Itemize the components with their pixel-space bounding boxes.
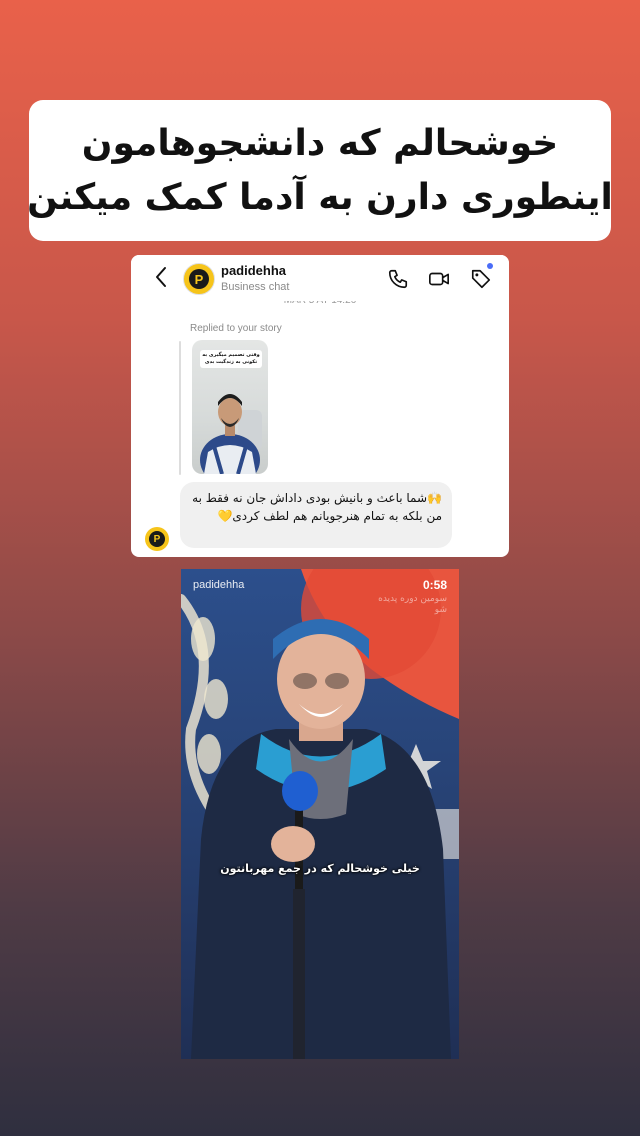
tag-icon[interactable] xyxy=(470,268,492,290)
account-subtitle: Business chat xyxy=(221,281,290,293)
video-clip[interactable]: padidehha 0:58 سومین دوره پدیده شو خیلی … xyxy=(181,569,459,1059)
video-timer: 0:58 xyxy=(422,578,447,592)
sender-avatar-letter: P xyxy=(149,531,165,547)
video-subtitle: خیلی خوشحالم که در جمع مهربانتون xyxy=(220,862,420,875)
dm-screenshot: MAR 5 AT 14:26 P padidehha Business chat… xyxy=(131,255,509,557)
headline-line-1: خوشحالم که دانشجوهامون xyxy=(81,122,559,164)
video-username: padidehha xyxy=(193,579,245,591)
account-name[interactable]: padidehha xyxy=(221,263,286,278)
headline-card: خوشحالم که دانشجوهامون اینطوری دارن به آ… xyxy=(27,100,613,241)
reply-indicator-bar xyxy=(179,341,181,475)
avatar-letter: P xyxy=(189,269,209,289)
message-bubble[interactable]: 🙌شما باعث و بانیش بودی داداش جان نه فقط … xyxy=(180,482,452,548)
story-person-image xyxy=(200,394,262,474)
video-call-icon[interactable] xyxy=(428,268,450,290)
unread-dot xyxy=(487,263,493,269)
avatar[interactable]: P xyxy=(183,263,215,295)
phone-icon[interactable] xyxy=(387,268,409,290)
video-watermark: سومین دوره پدیده شو xyxy=(378,594,447,615)
chat-header: P padidehha Business chat xyxy=(131,255,509,301)
sender-avatar: P xyxy=(145,527,169,551)
video-frame-image xyxy=(181,569,459,1059)
headline-line-2: اینطوری دارن به آدما کمک میکنن xyxy=(27,176,613,218)
back-icon[interactable] xyxy=(151,265,171,289)
replied-to-story-label: Replied to your story xyxy=(190,323,282,334)
story-thumbnail[interactable]: وقتی تصمیم میگیری به تکونی به زندگیت بدی xyxy=(192,340,268,474)
